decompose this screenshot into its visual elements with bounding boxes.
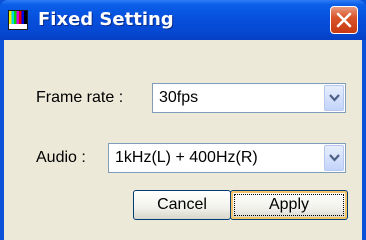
window-title: Fixed Setting bbox=[38, 9, 174, 30]
close-button[interactable] bbox=[330, 6, 358, 34]
frame-rate-value: 30fps bbox=[159, 89, 199, 106]
audio-value: 1kHz(L) + 400Hz(R) bbox=[115, 149, 258, 166]
chevron-down-icon bbox=[329, 154, 340, 162]
video-test-pattern-icon bbox=[8, 10, 28, 30]
title-bar[interactable]: Fixed Setting bbox=[0, 0, 366, 40]
audio-label: Audio : bbox=[36, 149, 86, 166]
frame-rate-label: Frame rate : bbox=[36, 89, 124, 106]
apply-button[interactable]: Apply bbox=[230, 190, 348, 220]
dialog-body: Frame rate : 30fps Audio : 1kHz(L) + 400… bbox=[4, 40, 362, 240]
audio-dropdown-button[interactable] bbox=[324, 145, 344, 171]
audio-select[interactable]: 1kHz(L) + 400Hz(R) bbox=[108, 143, 346, 173]
cancel-button[interactable]: Cancel bbox=[133, 190, 231, 220]
dialog-window: Fixed Setting Frame rate : 30fps Audio :… bbox=[0, 0, 366, 240]
chevron-down-icon bbox=[329, 94, 340, 102]
frame-rate-select[interactable]: 30fps bbox=[152, 83, 346, 113]
close-icon bbox=[336, 12, 352, 28]
frame-rate-dropdown-button[interactable] bbox=[324, 85, 344, 111]
